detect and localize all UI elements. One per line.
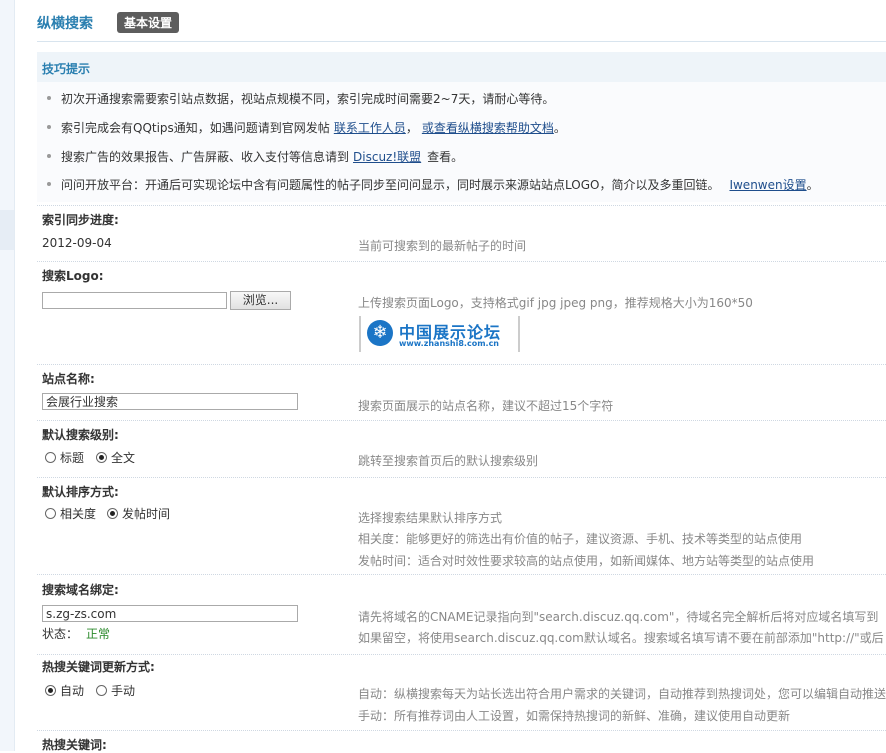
- search-level-row: 默认搜索级别: 标题 全文 跳转至搜索首页后的默认搜索级别: [37, 420, 886, 475]
- sort-order-label: 默认排序方式:: [42, 485, 119, 499]
- site-name-desc: 搜索页面展示的站点名称，建议不超过15个字符: [358, 399, 614, 413]
- radio-hot-auto[interactable]: 自动: [45, 682, 84, 699]
- snowflake-icon: ❄: [367, 320, 393, 346]
- radio-label: 标题: [60, 451, 85, 465]
- tip-item: 索引完成会有QQtips通知，如遇问题请到官网发帖 联系工作人员， 或查看纵横搜索帮…: [47, 119, 566, 136]
- site-name-row: 站点名称: 会展行业搜索 搜索页面展示的站点名称，建议不超过15个字符: [37, 364, 886, 418]
- domain-input[interactable]: s.zg-zs.com: [42, 605, 298, 622]
- domain-status-value: 正常: [86, 627, 111, 641]
- tab-basic-settings[interactable]: 基本设置: [117, 12, 180, 33]
- tip-tail: 。: [553, 121, 566, 135]
- tip-item: 搜索广告的效果报告、广告屏蔽、收入支付等信息请到 Discuz!联盟 查看。: [46, 148, 464, 165]
- sort-time-desc: 发帖时间：适合对时效性要求较高的站点使用，如新闻媒体、地方站等类型的站点使用: [358, 554, 815, 568]
- radio-unchecked-icon: [96, 685, 107, 696]
- logo-file-input[interactable]: [42, 292, 227, 309]
- sort-order-row: 默认排序方式: 相关度 发帖时间 选择搜索结果默认排序方式 相关度：能够更好的筛…: [37, 477, 886, 572]
- site-name-label: 站点名称:: [42, 372, 95, 386]
- radio-level-title[interactable]: 标题: [45, 449, 84, 466]
- tip-text: 索引完成会有QQtips通知，如遇问题请到官网发帖: [61, 121, 330, 135]
- browse-button[interactable]: 浏览...: [230, 291, 291, 310]
- hot-update-row: 热搜关键词更新方式: 自动 手动 自动：纵横搜索每天为站长选出符合用户需求的关键…: [37, 654, 886, 729]
- tips-panel: 技巧提示 初次开通搜索需要索引站点数据，视站点规模不同，索引完成时间需要2~7天…: [37, 52, 886, 202]
- sidebar-collapse-handle[interactable]: [0, 210, 14, 250]
- search-level-label: 默认搜索级别:: [42, 428, 119, 442]
- logo-label: 搜索Logo:: [42, 269, 104, 283]
- hot-update-label: 热搜关键词更新方式:: [42, 660, 155, 674]
- radio-unchecked-icon: [45, 508, 56, 519]
- domain-status: 状态： 正常: [42, 625, 110, 642]
- domain-status-label: 状态：: [42, 627, 79, 641]
- radio-checked-icon: [96, 452, 107, 463]
- logo-desc: 上传搜索页面Logo，支持格式gif jpg jpeg png，推荐规格大小为1…: [358, 296, 753, 310]
- radio-label: 发帖时间: [122, 507, 171, 521]
- sort-relevance-desc: 相关度：能够更好的筛选出有价值的帖子，建议资源、手机、技术等类型的站点使用: [358, 532, 803, 546]
- sync-label: 索引同步进度:: [42, 213, 119, 227]
- left-sidebar-strip: [0, 0, 15, 751]
- radio-hot-manual[interactable]: 手动: [96, 682, 135, 699]
- search-logo-row: 搜索Logo: 浏览... 上传搜索页面Logo，支持格式gif jpg jpe…: [37, 261, 886, 361]
- domain-desc-default: 如果留空，将使用search.discuz.qq.com默认域名。搜索域名填写请…: [358, 631, 884, 645]
- sync-value: 2012-09-04: [42, 236, 112, 250]
- tip-text: 初次开通搜索需要索引站点数据，视站点规模不同，索引完成时间需要2~7天，请耐心等…: [61, 92, 555, 106]
- tip-separator: ，: [405, 121, 418, 135]
- radio-checked-icon: [107, 508, 118, 519]
- radio-unchecked-icon: [45, 452, 56, 463]
- radio-checked-icon: [45, 685, 56, 696]
- radio-level-fulltext[interactable]: 全文: [96, 449, 135, 466]
- discuz-union-link[interactable]: Discuz!联盟: [353, 150, 421, 164]
- radio-label: 全文: [111, 451, 136, 465]
- tip-tail: 查看。: [427, 150, 464, 164]
- domain-label: 搜索域名绑定:: [42, 583, 119, 597]
- page-title: 纵横搜索: [37, 16, 93, 32]
- search-level-desc: 跳转至搜索首页后的默认搜索级别: [358, 454, 539, 468]
- hot-manual-desc: 手动：所有推荐词由人工设置，如需保持热搜词的新鲜、准确，建议使用自动更新: [358, 709, 791, 723]
- radio-label: 手动: [111, 684, 136, 698]
- hot-keywords-label: 热搜关键词:: [42, 738, 107, 752]
- logo-preview-image: ❄ 中国展示论坛 www.zhanshi8.com.cn: [359, 316, 520, 352]
- radio-label: 自动: [60, 684, 85, 698]
- tip-item: 初次开通搜索需要索引站点数据，视站点规模不同，索引完成时间需要2~7天，请耐心等…: [46, 90, 555, 107]
- domain-desc-cname: 请先将域名的CNAME记录指向到"search.discuz.qq.com"，待…: [358, 610, 879, 624]
- tips-header: 技巧提示: [37, 52, 886, 82]
- header-divider: [37, 41, 886, 42]
- logo-preview-url: www.zhanshi8.com.cn: [399, 339, 499, 348]
- radio-sort-time[interactable]: 发帖时间: [107, 505, 170, 522]
- help-doc-link[interactable]: 或查看纵横搜索帮助文档: [422, 121, 554, 135]
- tips-heading: 技巧提示: [42, 62, 91, 76]
- tip-item: 问问开放平台：开通后可实现论坛中含有问题属性的帖子同步至问问显示，同时展示来源站…: [47, 176, 819, 193]
- radio-label: 相关度: [60, 507, 97, 521]
- domain-binding-row: 搜索域名绑定: s.zg-zs.com 状态： 正常 请先将域名的CNAME记录指…: [37, 574, 886, 654]
- radio-sort-relevance[interactable]: 相关度: [45, 505, 96, 522]
- hot-auto-desc: 自动：纵横搜索每天为站长选出符合用户需求的关键词，自动推荐到热搜词处，您可以编辑…: [358, 687, 886, 701]
- iwenwen-settings-link[interactable]: Iwenwen设置: [729, 178, 806, 192]
- sort-order-desc: 选择搜索结果默认排序方式: [358, 511, 503, 525]
- hot-keywords-row: 热搜关键词:: [37, 730, 886, 752]
- tip-text: 搜索广告的效果报告、广告屏蔽、收入支付等信息请到: [61, 150, 350, 164]
- sync-progress-row: 索引同步进度: 2012-09-04 当前可搜索到的最新帖子的时间: [37, 205, 886, 260]
- tip-text: 问问开放平台：开通后可实现论坛中含有问题属性的帖子同步至问问显示，同时展示来源站…: [61, 178, 720, 192]
- tip-tail: 。: [806, 178, 819, 192]
- contact-staff-link[interactable]: 联系工作人员: [334, 121, 406, 135]
- site-name-input[interactable]: 会展行业搜索: [42, 393, 298, 410]
- sync-desc: 当前可搜索到的最新帖子的时间: [358, 239, 527, 253]
